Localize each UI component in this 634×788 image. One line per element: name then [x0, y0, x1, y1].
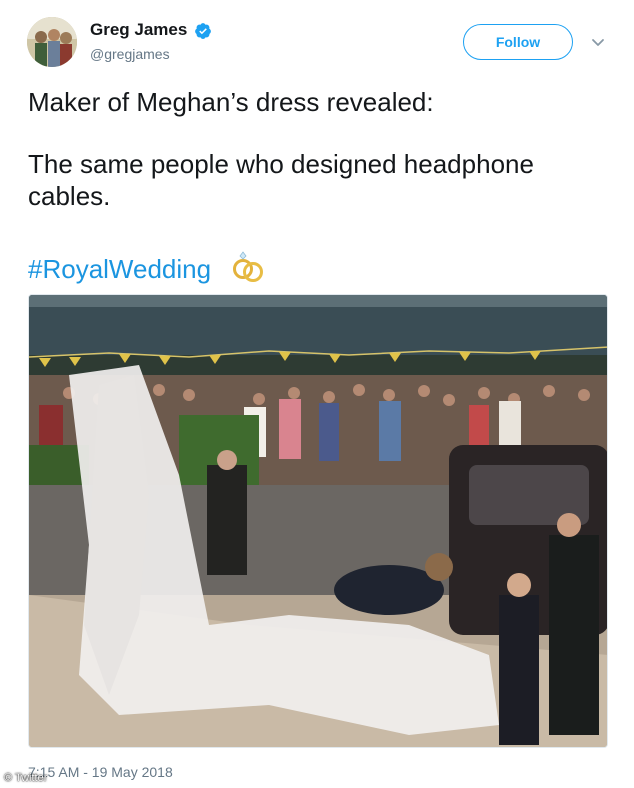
- avatar[interactable]: [27, 17, 77, 67]
- wedding-rings-icon: [233, 251, 263, 282]
- author-name[interactable]: Greg James: [90, 20, 187, 40]
- tweet-line: The same people who designed headphone: [28, 149, 534, 179]
- timestamp[interactable]: 7:15 AM - 19 May 2018: [28, 764, 173, 780]
- hashtag-link[interactable]: #RoyalWedding: [28, 254, 211, 285]
- royal-wedding-photo[interactable]: [28, 294, 608, 748]
- tweet-line: Maker of Meghan’s dress revealed:: [28, 87, 434, 117]
- follow-button[interactable]: Follow: [463, 24, 573, 60]
- author-handle[interactable]: @gregjames: [90, 46, 170, 62]
- watermark-text: © Twitter: [4, 772, 48, 784]
- tweet-text: Maker of Meghan’s dress revealed: The sa…: [28, 86, 608, 212]
- verified-badge-icon: [195, 23, 211, 39]
- tweet-line: cables.: [28, 181, 111, 211]
- chevron-down-icon[interactable]: [590, 34, 606, 50]
- tweet-card: Greg James @gregjames Follow Maker of Me…: [0, 0, 634, 788]
